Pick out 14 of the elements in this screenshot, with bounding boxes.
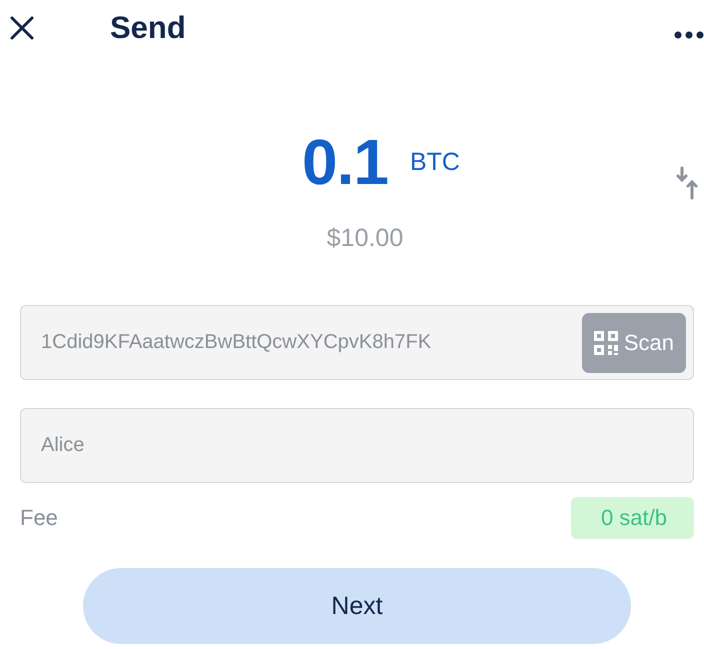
scan-button[interactable]: Scan: [582, 312, 686, 372]
currency-unit: BTC: [410, 148, 460, 177]
fee-rate[interactable]: 0 sat/b: [570, 497, 694, 539]
more-icon[interactable]: [674, 31, 704, 39]
screen-title: Send: [110, 10, 186, 46]
swap-icon[interactable]: [676, 166, 698, 200]
qr-code-icon: [594, 330, 618, 354]
address-field[interactable]: 1Cdid9KFAaatwczBwBttQcwXYCpvK8h7FK Scan: [20, 305, 694, 380]
fiat-value: $10.00: [326, 224, 404, 253]
fee-label: Fee: [20, 505, 58, 531]
label-field[interactable]: Alice: [20, 408, 694, 483]
amount-value: 0.1: [302, 132, 388, 192]
close-icon[interactable]: [10, 16, 34, 40]
next-button[interactable]: Next: [83, 568, 631, 644]
